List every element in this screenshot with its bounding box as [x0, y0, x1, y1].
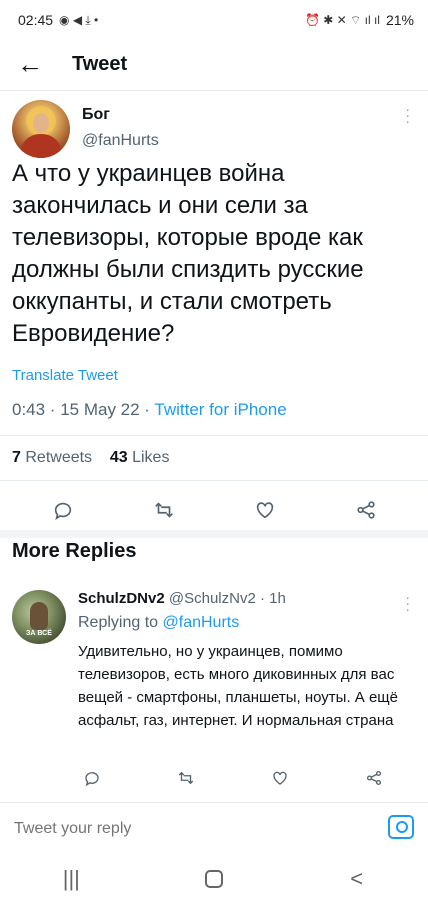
- tweet-source[interactable]: Twitter for iPhone: [154, 400, 286, 419]
- status-time: 02:45: [18, 12, 54, 28]
- back-icon[interactable]: <: [337, 859, 377, 899]
- tweet-timestamp: 0:43 · 15 May 22 ·: [12, 400, 150, 419]
- tweet-meta: 0:43 · 15 May 22 · Twitter for iPhone: [12, 400, 287, 420]
- status-left: 02:45 ◉ ◀ ⤓ •: [18, 12, 98, 28]
- status-right: ⏰ ✱ ✕ ⌔ ıl ıl 21%: [305, 12, 414, 28]
- author-name[interactable]: Бог: [82, 106, 110, 124]
- more-icon[interactable]: · · ·: [405, 102, 410, 128]
- tweet-stats: 7 Retweets 43 Likes: [12, 449, 169, 467]
- reply-header: SchulzDNv2 @SchulzNv2 · 1h: [78, 590, 286, 607]
- reply-author-name[interactable]: SchulzDNv2: [78, 590, 165, 607]
- more-replies-title: More Replies: [12, 540, 137, 562]
- reply-actions: [78, 764, 388, 792]
- tweet-actions: [12, 495, 416, 525]
- battery-level: 21%: [385, 12, 414, 28]
- author-avatar[interactable]: [12, 100, 70, 158]
- reply-reply-icon[interactable]: [78, 764, 106, 792]
- notification-icons: ◉ ◀ ⤓ •: [59, 12, 99, 27]
- translate-link[interactable]: Translate Tweet: [12, 367, 118, 384]
- share-icon[interactable]: [352, 496, 380, 524]
- stats-divider-top: [0, 435, 428, 436]
- replying-to: Replying to @fanHurts: [78, 614, 240, 631]
- reply-retweet-icon[interactable]: [172, 764, 200, 792]
- system-nav-bar: ||| <: [0, 854, 428, 903]
- stats-divider-bottom: [0, 480, 428, 481]
- status-bar: 02:45 ◉ ◀ ⤓ • ⏰ ✱ ✕ ⌔ ıl ıl 21%: [0, 0, 428, 40]
- header-divider: [0, 90, 428, 91]
- tweet-text: А что у украинцев война закончилась и он…: [12, 160, 364, 347]
- like-icon[interactable]: [251, 496, 279, 524]
- system-icons: ⏰ ✱ ✕ ⌔ ıl ıl: [304, 12, 380, 27]
- reply-input[interactable]: [12, 815, 376, 843]
- reply-avatar[interactable]: ЗА ВСЁ: [12, 590, 66, 644]
- replying-to-mention[interactable]: @fanHurts: [163, 614, 240, 631]
- retweet-icon[interactable]: [150, 496, 178, 524]
- reply-text: Удивительно, но у украинцев, помимо теле…: [78, 643, 398, 729]
- reply-icon[interactable]: [49, 496, 77, 524]
- reply-like-icon[interactable]: [266, 764, 294, 792]
- home-icon[interactable]: [194, 859, 234, 899]
- reply-composer: [0, 802, 428, 855]
- reply-more-icon[interactable]: · · ·: [405, 590, 410, 616]
- reply-share-icon[interactable]: [360, 764, 388, 792]
- author-handle[interactable]: @fanHurts: [82, 132, 159, 150]
- top-app-bar: ← Tweet: [0, 40, 428, 88]
- back-arrow-icon[interactable]: ←: [8, 42, 52, 86]
- retweets-stat[interactable]: 7 Retweets: [12, 449, 92, 466]
- reply-author-handle[interactable]: @SchulzNv2 · 1h: [169, 590, 286, 607]
- camera-icon[interactable]: [388, 815, 414, 839]
- section-separator: [0, 530, 428, 538]
- page-title: Tweet: [72, 52, 128, 75]
- likes-stat[interactable]: 43 Likes: [110, 449, 170, 466]
- recents-icon[interactable]: |||: [51, 859, 91, 899]
